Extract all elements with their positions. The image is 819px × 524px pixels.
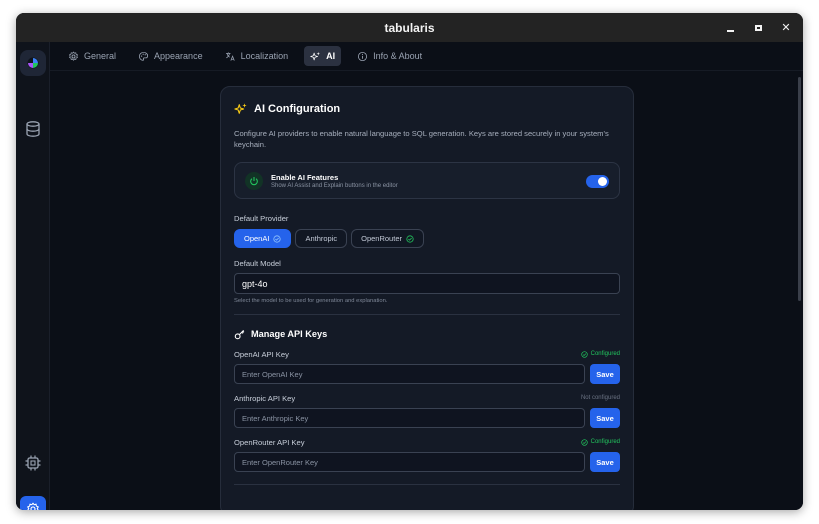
ai-config-description: Configure AI providers to enable natural… xyxy=(234,129,609,149)
enable-ai-toggle[interactable] xyxy=(586,175,609,188)
tab-general[interactable]: General xyxy=(62,46,122,66)
tab-localization[interactable]: Localization xyxy=(219,46,295,66)
provider-label: OpenRouter xyxy=(361,234,402,243)
check-circle-icon xyxy=(580,438,588,446)
status-text: Configured xyxy=(590,351,620,357)
openrouter-key-row: OpenRouter API Key Configured Enter Open… xyxy=(234,437,620,472)
default-model-input[interactable]: gpt-4o xyxy=(234,273,620,294)
sparkles-icon xyxy=(310,51,321,60)
openai-key-row: OpenAI API Key Configured Enter OpenAI K… xyxy=(234,349,620,384)
maximize-button[interactable] xyxy=(751,21,765,35)
save-openai-key-button[interactable]: Save xyxy=(590,364,620,384)
openrouter-key-input[interactable]: Enter OpenRouter Key xyxy=(234,452,585,472)
gear-icon xyxy=(69,51,78,61)
logo-icon xyxy=(27,57,39,69)
check-circle-icon xyxy=(580,350,588,358)
provider-selector: OpenAI Anthropic OpenRouter xyxy=(234,229,620,248)
manage-api-keys-heading: Manage API Keys xyxy=(234,328,620,340)
enable-ai-title: Enable AI Features xyxy=(271,172,339,182)
openai-key-label: OpenAI API Key xyxy=(234,349,289,359)
provider-label: OpenAI xyxy=(244,234,270,243)
enable-ai-panel: Enable AI Features Show AI Assist and Ex… xyxy=(234,162,620,199)
check-circle-icon xyxy=(406,234,414,243)
provider-openai-button[interactable]: OpenAI xyxy=(234,229,292,248)
ai-configuration-card: AI Configuration Configure AI providers … xyxy=(220,86,634,510)
minimize-button[interactable] xyxy=(723,21,737,35)
translate-icon xyxy=(225,51,235,61)
maximize-icon xyxy=(754,24,762,31)
close-icon: ✕ xyxy=(781,22,791,34)
openai-key-input[interactable]: Enter OpenAI Key xyxy=(234,364,585,384)
ai-config-title: AI Configuration xyxy=(254,103,341,115)
default-model-label: Default Model xyxy=(234,259,281,268)
settings-content: AI Configuration Configure AI providers … xyxy=(50,71,803,510)
save-anthropic-key-button[interactable]: Save xyxy=(590,408,620,428)
check-circle-icon xyxy=(273,234,282,243)
tab-label: Appearance xyxy=(154,51,203,61)
settings-tabs: General Appearance Localization AI Info … xyxy=(50,42,803,71)
tab-label: Localization xyxy=(240,51,289,61)
window-controls: ✕ xyxy=(723,13,793,42)
provider-label: Anthropic xyxy=(305,234,338,243)
power-icon xyxy=(245,171,263,190)
toggle-knob xyxy=(598,177,607,186)
sidebar xyxy=(16,42,50,510)
scrollbar[interactable] xyxy=(798,77,801,301)
settings-gear-icon xyxy=(27,502,39,510)
anthropic-key-status: Not configured xyxy=(581,395,620,401)
openrouter-key-label: OpenRouter API Key xyxy=(234,437,305,447)
sparkles-icon xyxy=(234,103,247,114)
tab-label: Info & About xyxy=(373,51,423,61)
tab-ai[interactable]: AI xyxy=(304,46,342,66)
title-bar: tabularis ✕ xyxy=(16,13,803,42)
section-divider xyxy=(234,484,620,485)
anthropic-key-input[interactable]: Enter Anthropic Key xyxy=(234,408,585,428)
settings-nav-button[interactable] xyxy=(20,496,46,510)
tab-label: General xyxy=(84,51,117,61)
cpu-icon[interactable] xyxy=(24,454,42,472)
anthropic-key-label: Anthropic API Key xyxy=(234,393,296,403)
window-title: tabularis xyxy=(384,20,435,35)
section-divider xyxy=(234,314,620,315)
provider-openrouter-button[interactable]: OpenRouter xyxy=(351,229,424,248)
database-icon[interactable] xyxy=(24,120,42,138)
tab-label: AI xyxy=(326,51,336,61)
app-window: tabularis ✕ General Appearance Localizat… xyxy=(16,13,803,510)
anthropic-key-row: Anthropic API Key Not configured Enter A… xyxy=(234,393,620,428)
key-icon xyxy=(234,329,245,339)
default-model-hint: Select the model to be used for generati… xyxy=(234,298,388,304)
minimize-icon xyxy=(726,29,734,32)
ai-config-heading: AI Configuration xyxy=(234,101,620,117)
openrouter-key-status: Configured xyxy=(580,438,620,446)
enable-ai-subtitle: Show AI Assist and Explain buttons in th… xyxy=(271,182,398,189)
palette-icon xyxy=(138,51,149,61)
default-provider-label: Default Provider xyxy=(234,214,289,223)
info-icon xyxy=(358,51,368,61)
close-button[interactable]: ✕ xyxy=(779,21,793,35)
status-text: Configured xyxy=(590,439,620,445)
manage-api-keys-title: Manage API Keys xyxy=(251,329,328,339)
status-text: Not configured xyxy=(580,395,620,401)
tab-info-about[interactable]: Info & About xyxy=(351,46,428,66)
app-logo[interactable] xyxy=(20,50,46,76)
openai-key-status: Configured xyxy=(580,350,620,358)
save-openrouter-key-button[interactable]: Save xyxy=(590,452,620,472)
tab-appearance[interactable]: Appearance xyxy=(132,46,209,66)
provider-anthropic-button[interactable]: Anthropic xyxy=(295,229,348,248)
